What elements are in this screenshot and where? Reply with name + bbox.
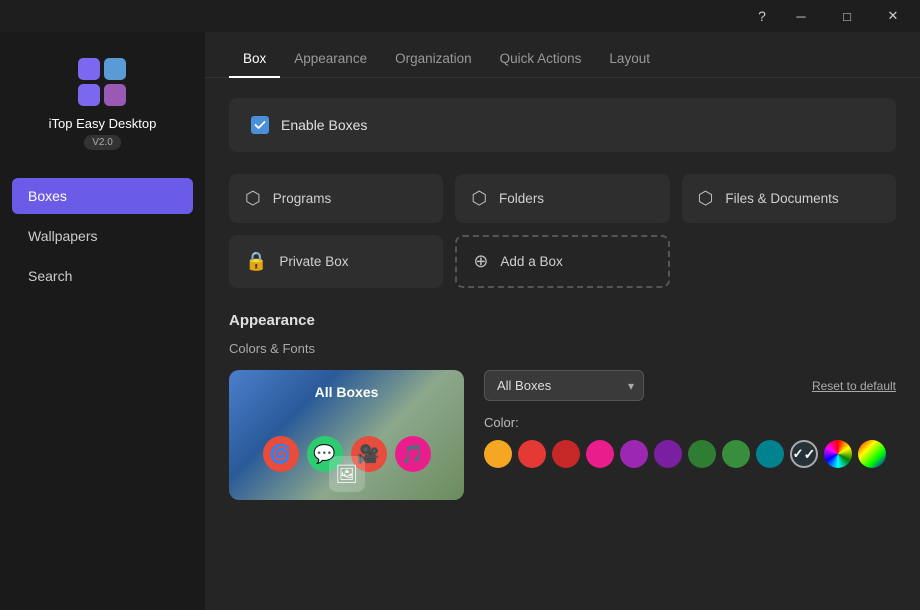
enable-boxes-checkbox[interactable]	[251, 116, 269, 134]
add-box-label: Add a Box	[500, 254, 562, 269]
close-button[interactable]: ✕	[870, 0, 916, 32]
dropdown-row: All Boxes Programs Folders Files & Docum…	[484, 370, 896, 401]
color-label: Color:	[484, 415, 519, 430]
enable-boxes-label: Enable Boxes	[281, 117, 367, 133]
colors-fonts-row: All Boxes 🌀 💬 🎥 🎵 🖼	[229, 370, 896, 500]
box-buttons-grid: ⬡ Programs ⬡ Folders ⬡ Files & Documents	[229, 174, 896, 223]
swatch-red1[interactable]	[518, 440, 546, 468]
tab-quick-actions[interactable]: Quick Actions	[486, 41, 596, 78]
tabbar: Box Appearance Organization Quick Action…	[205, 32, 920, 78]
preview-icon-music: 🎵	[395, 436, 431, 472]
swatch-gradient[interactable]	[858, 440, 886, 468]
version-badge: V2.0	[84, 135, 121, 150]
preview-title: All Boxes	[315, 384, 379, 400]
tab-layout[interactable]: Layout	[595, 41, 664, 78]
add-box-button[interactable]: ⊕ Add a Box	[455, 235, 669, 288]
add-icon: ⊕	[473, 251, 488, 272]
folders-label: Folders	[499, 191, 544, 206]
files-documents-button[interactable]: ⬡ Files & Documents	[682, 174, 896, 223]
swatch-purple1[interactable]	[620, 440, 648, 468]
swatch-red2[interactable]	[552, 440, 580, 468]
preview-bottom: 🖼	[329, 456, 365, 492]
folders-icon: ⬡	[471, 188, 487, 209]
preview-box: All Boxes 🌀 💬 🎥 🎵 🖼	[229, 370, 464, 500]
programs-button[interactable]: ⬡ Programs	[229, 174, 443, 223]
app-body: iTop Easy Desktop V2.0 Boxes Wallpapers …	[0, 32, 920, 610]
sidebar-label-wallpapers: Wallpapers	[28, 228, 98, 244]
minimize-button[interactable]: ─	[778, 0, 824, 32]
app-title: iTop Easy Desktop	[49, 116, 157, 131]
content-area: Box Appearance Organization Quick Action…	[205, 32, 920, 610]
swatch-purple2[interactable]	[654, 440, 682, 468]
color-swatches: ✓	[484, 440, 886, 468]
content-scroll: Enable Boxes ⬡ Programs ⬡ Folders ⬡ File…	[205, 78, 920, 610]
sidebar-item-search[interactable]: Search	[12, 258, 193, 294]
swatch-dark[interactable]: ✓	[790, 440, 818, 468]
appearance-section-title: Appearance	[229, 312, 896, 329]
files-label: Files & Documents	[725, 191, 838, 206]
folders-button[interactable]: ⬡ Folders	[455, 174, 669, 223]
colors-controls: All Boxes Programs Folders Files & Docum…	[484, 370, 896, 468]
sidebar-label-boxes: Boxes	[28, 188, 67, 204]
tab-box[interactable]: Box	[229, 41, 280, 78]
sidebar-label-search: Search	[28, 268, 72, 284]
logo-container: iTop Easy Desktop V2.0	[49, 56, 157, 150]
swatch-teal[interactable]	[756, 440, 784, 468]
swatch-pink[interactable]	[586, 440, 614, 468]
preview-icon-red: 🌀	[263, 436, 299, 472]
private-box-button[interactable]: 🔒 Private Box	[229, 235, 443, 288]
tab-appearance[interactable]: Appearance	[280, 41, 381, 78]
swatch-green2[interactable]	[722, 440, 750, 468]
sidebar: iTop Easy Desktop V2.0 Boxes Wallpapers …	[0, 32, 205, 610]
box-buttons-row2: 🔒 Private Box ⊕ Add a Box	[229, 235, 896, 288]
sidebar-item-wallpapers[interactable]: Wallpapers	[12, 218, 193, 254]
programs-label: Programs	[273, 191, 332, 206]
dropdown-wrapper: All Boxes Programs Folders Files & Docum…	[484, 370, 644, 401]
tab-organization[interactable]: Organization	[381, 41, 486, 78]
private-box-label: Private Box	[279, 254, 348, 269]
sidebar-item-boxes[interactable]: Boxes	[12, 178, 193, 214]
maximize-button[interactable]: □	[824, 0, 870, 32]
swatch-orange[interactable]	[484, 440, 512, 468]
check-icon	[254, 119, 266, 131]
swatch-rainbow[interactable]	[824, 440, 852, 468]
titlebar: ? ─ □ ✕	[0, 0, 920, 32]
reset-to-default-link[interactable]: Reset to default	[812, 379, 896, 393]
check-mark: ✓	[793, 446, 804, 462]
help-button[interactable]: ?	[746, 0, 778, 32]
sidebar-nav: Boxes Wallpapers Search	[0, 178, 205, 294]
color-row: Color: ✓	[484, 415, 896, 468]
lock-icon: 🔒	[245, 251, 267, 272]
app-logo	[76, 56, 128, 108]
programs-icon: ⬡	[245, 188, 261, 209]
enable-boxes-card: Enable Boxes	[229, 98, 896, 152]
preview-bottom-icon: 🖼	[329, 456, 365, 492]
swatch-green1[interactable]	[688, 440, 716, 468]
files-icon: ⬡	[698, 188, 714, 209]
box-selector[interactable]: All Boxes Programs Folders Files & Docum…	[484, 370, 644, 401]
colors-fonts-subtitle: Colors & Fonts	[229, 341, 896, 356]
